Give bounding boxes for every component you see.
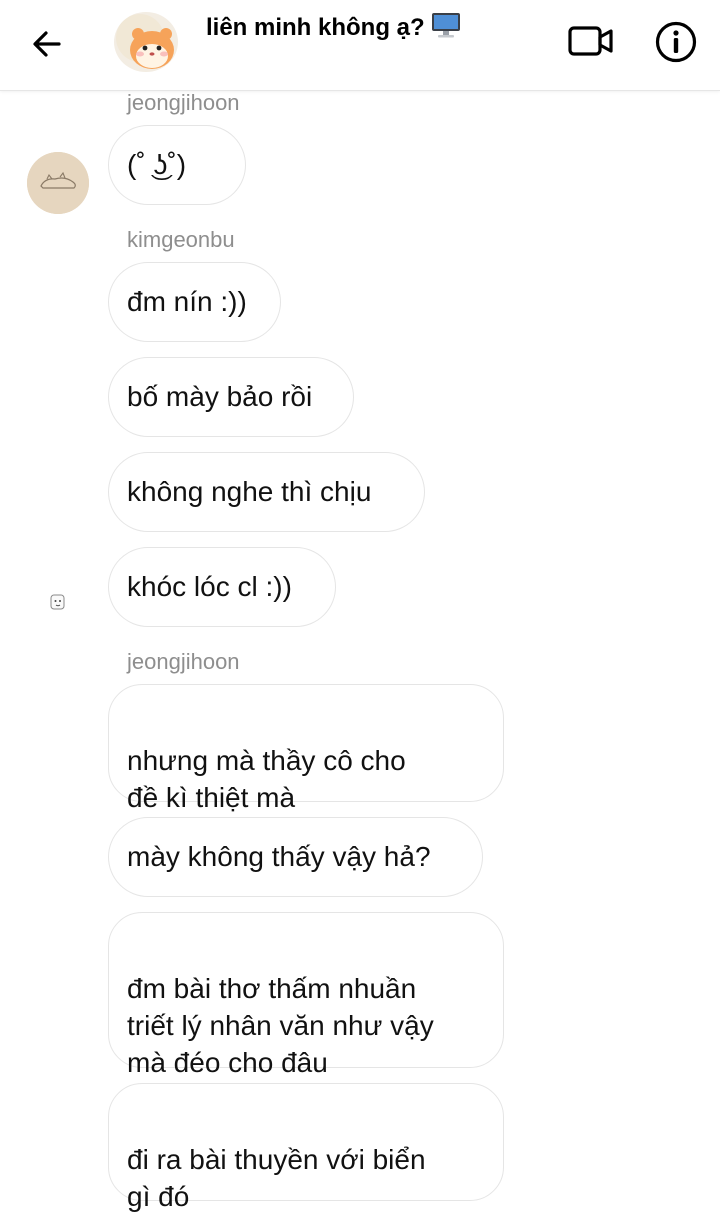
cat-avatar-icon	[27, 152, 89, 214]
message-bubble[interactable]: khóc lóc cl :))	[108, 547, 336, 627]
desktop-computer-icon	[431, 12, 461, 38]
sender-name: kimgeonbu	[127, 227, 235, 252]
avatar[interactable]	[27, 152, 89, 214]
message-text: đm nín :))	[127, 286, 247, 317]
chat-title[interactable]: liên minh không ạ?	[206, 12, 461, 42]
sender-name: jeongjihoon	[127, 649, 240, 674]
message-bubble[interactable]: nhưng mà thầy cô cho đề kì thiệt mà	[108, 684, 504, 813]
sender-name: jeongjihoon	[127, 90, 240, 115]
back-button[interactable]	[22, 22, 72, 66]
message-bubble[interactable]: đm nín :))	[108, 262, 281, 342]
message-bubble[interactable]: bố mày bảo rồi	[108, 357, 354, 437]
message-text: mày không thấy vậy hả?	[127, 841, 431, 872]
small-sticker-icon	[48, 592, 68, 612]
message-text: nhưng mà thầy cô cho đề kì thiệt mà	[127, 745, 406, 813]
message-bubble[interactable]: đi ra bài thuyền với biển gì đó	[108, 1083, 504, 1212]
chat-title-text: liên minh không ạ?	[206, 14, 425, 41]
message-bubble[interactable]: không nghe thì chịu	[108, 452, 425, 532]
hamster-avatar-icon	[116, 14, 174, 69]
message-bubble[interactable]: mày không thấy vậy hả?	[108, 817, 483, 897]
message-text: khóc lóc cl :))	[127, 571, 292, 602]
arrow-left-icon	[33, 31, 61, 57]
message-text: không nghe thì chịu	[127, 476, 372, 507]
group-avatar[interactable]	[114, 12, 178, 72]
chat-header: liên minh không ạ?	[0, 0, 720, 91]
message-text: bố mày bảo rồi	[127, 381, 313, 412]
message-bubble[interactable]: (˚ ͜ʖ˚)	[108, 125, 246, 205]
message-bubble[interactable]: đm bài thơ thấm nhuần triết lý nhân văn …	[108, 912, 504, 1078]
video-call-button[interactable]	[564, 20, 618, 62]
message-text: đm bài thơ thấm nhuần triết lý nhân văn …	[127, 973, 434, 1078]
message-text: đi ra bài thuyền với biển gì đó	[127, 1144, 426, 1212]
info-icon	[655, 21, 697, 63]
video-camera-icon	[568, 26, 613, 56]
message-text: (˚ ͜ʖ˚)	[127, 149, 187, 180]
info-button[interactable]	[652, 18, 700, 66]
